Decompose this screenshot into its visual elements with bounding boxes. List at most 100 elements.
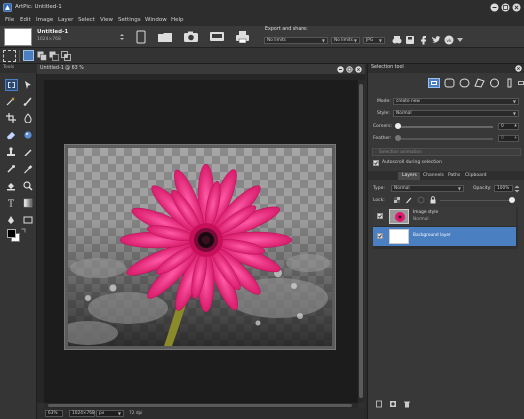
foreground-color-swatch[interactable] <box>7 229 16 238</box>
fill-bucket-icon[interactable] <box>6 181 16 191</box>
document-thumbnail[interactable] <box>4 28 32 46</box>
ellipse-shape-icon[interactable] <box>459 78 470 88</box>
doc-close-icon[interactable] <box>355 65 362 73</box>
circle-shape-icon[interactable] <box>489 78 500 88</box>
feather-slider[interactable] <box>398 138 493 140</box>
feather-slider-handle[interactable] <box>395 135 401 141</box>
row-shape-icon[interactable] <box>518 78 524 88</box>
tab-clipboard[interactable]: Clipboard <box>465 173 487 179</box>
lock-transparency-icon[interactable] <box>393 196 401 204</box>
open-folder-icon[interactable] <box>157 31 173 43</box>
brush-icon[interactable] <box>23 96 33 106</box>
intersect-selection-icon[interactable] <box>61 51 71 61</box>
menu-layer[interactable]: Layer <box>58 17 73 24</box>
opacity-stepper-icon[interactable] <box>514 185 520 193</box>
magic-wand-icon[interactable] <box>6 96 16 106</box>
crop-icon[interactable] <box>6 113 16 123</box>
move-tool-icon[interactable] <box>23 80 33 90</box>
mode-select[interactable]: create new ▼ <box>393 98 519 105</box>
rect-select-tool[interactable] <box>5 79 18 91</box>
eyedropper-icon[interactable] <box>23 164 33 174</box>
blur-icon[interactable] <box>23 130 33 140</box>
export-width-select[interactable]: No limits ▼ <box>264 37 328 44</box>
rect-shape-button[interactable] <box>428 78 440 88</box>
menu-edit[interactable]: Edit <box>20 17 31 24</box>
doc-minimize-icon[interactable] <box>337 65 344 73</box>
selection-animation-button[interactable]: Selection animation <box>372 148 521 156</box>
feather-input[interactable]: 0 ▲ <box>498 134 519 142</box>
corners-slider[interactable] <box>398 126 493 128</box>
doc-maximize-icon[interactable] <box>346 65 353 73</box>
color-picker-icon[interactable] <box>6 164 16 174</box>
menu-image[interactable]: Image <box>36 17 53 24</box>
minimize-icon[interactable] <box>490 3 499 12</box>
canvas-area[interactable] <box>44 80 358 403</box>
export-height-select[interactable]: No limits ▼ <box>331 37 360 44</box>
opacity-input[interactable]: 100% <box>494 185 513 192</box>
style-select[interactable]: Normal ▼ <box>393 110 519 117</box>
vertical-scrollbar[interactable] <box>358 80 364 403</box>
swap-colors-icon[interactable] <box>21 228 26 233</box>
menu-settings[interactable]: Settings <box>118 17 141 24</box>
camera-icon[interactable] <box>183 30 199 43</box>
more-share-icon[interactable] <box>457 38 463 42</box>
lasso-shape-icon[interactable] <box>474 78 485 88</box>
text-tool-icon[interactable]: T <box>6 198 16 209</box>
menu-view[interactable]: View <box>100 17 113 24</box>
share-binoculars-icon[interactable] <box>392 35 402 45</box>
layer-fill-slider[interactable] <box>440 199 515 201</box>
tab-channels[interactable]: Channels <box>423 173 444 179</box>
blend-type-select[interactable]: Normal ▼ <box>391 185 464 192</box>
layer-visibility-checkbox[interactable] <box>377 233 383 239</box>
menu-file[interactable]: File <box>5 17 14 24</box>
print-icon[interactable] <box>235 30 250 44</box>
image-size-input[interactable]: 1024×768 <box>69 410 95 417</box>
pen-icon[interactable] <box>6 215 16 225</box>
new-document-icon[interactable] <box>135 30 147 44</box>
lock-all-icon[interactable] <box>429 196 437 204</box>
add-selection-icon[interactable] <box>37 51 47 61</box>
panel-close-icon[interactable] <box>515 65 522 72</box>
corners-slider-handle[interactable] <box>395 123 401 129</box>
dropper-fill-icon[interactable] <box>23 113 33 123</box>
zoom-icon[interactable] <box>23 181 33 191</box>
unit-select[interactable]: px ▼ <box>96 410 124 417</box>
menu-help[interactable]: Help <box>171 17 184 24</box>
lock-paint-icon[interactable] <box>405 196 413 204</box>
menu-window[interactable]: Window <box>145 17 167 24</box>
twitter-icon[interactable] <box>431 35 441 45</box>
tab-paths[interactable]: Paths <box>448 173 460 179</box>
pencil-icon[interactable] <box>23 147 33 157</box>
close-icon[interactable] <box>512 3 521 12</box>
shape-tool-icon[interactable] <box>23 215 33 225</box>
lock-move-icon[interactable] <box>417 196 425 204</box>
facebook-icon[interactable] <box>419 35 427 45</box>
selection-mode-rect-icon[interactable] <box>3 50 16 62</box>
share-save-icon[interactable] <box>405 35 415 45</box>
layer-row-selected[interactable]: Background layer <box>373 227 516 246</box>
subtract-selection-icon[interactable] <box>49 51 59 61</box>
rounded-shape-icon[interactable] <box>444 78 455 88</box>
delete-layer-icon[interactable] <box>403 400 411 408</box>
export-format-select[interactable]: JPG ▼ <box>363 37 385 44</box>
layer-mask-icon[interactable] <box>389 400 397 408</box>
tab-layers[interactable]: Layers <box>398 172 420 180</box>
autoscroll-checkbox[interactable] <box>373 160 379 166</box>
canvas-image[interactable] <box>68 148 332 346</box>
new-selection-button[interactable] <box>23 50 34 61</box>
horizontal-scrollbar-thumb[interactable] <box>48 404 352 407</box>
new-layer-icon[interactable] <box>375 400 383 408</box>
menu-select[interactable]: Select <box>78 17 95 24</box>
column-shape-icon[interactable] <box>504 78 515 88</box>
vk-icon[interactable]: vk <box>444 35 454 45</box>
layer-fill-slider-handle[interactable] <box>509 197 515 203</box>
gradient-icon[interactable] <box>23 198 33 208</box>
zoom-input[interactable]: 63% <box>45 410 63 417</box>
vertical-scrollbar-thumb[interactable] <box>359 84 363 398</box>
scroll-arrows-icon[interactable] <box>120 34 124 40</box>
eraser-icon[interactable] <box>6 130 16 140</box>
scanner-icon[interactable] <box>209 30 225 43</box>
stamp-icon[interactable] <box>6 147 16 157</box>
corners-input[interactable]: 0 ▲ <box>498 122 519 130</box>
layer-visibility-checkbox[interactable] <box>377 213 383 219</box>
